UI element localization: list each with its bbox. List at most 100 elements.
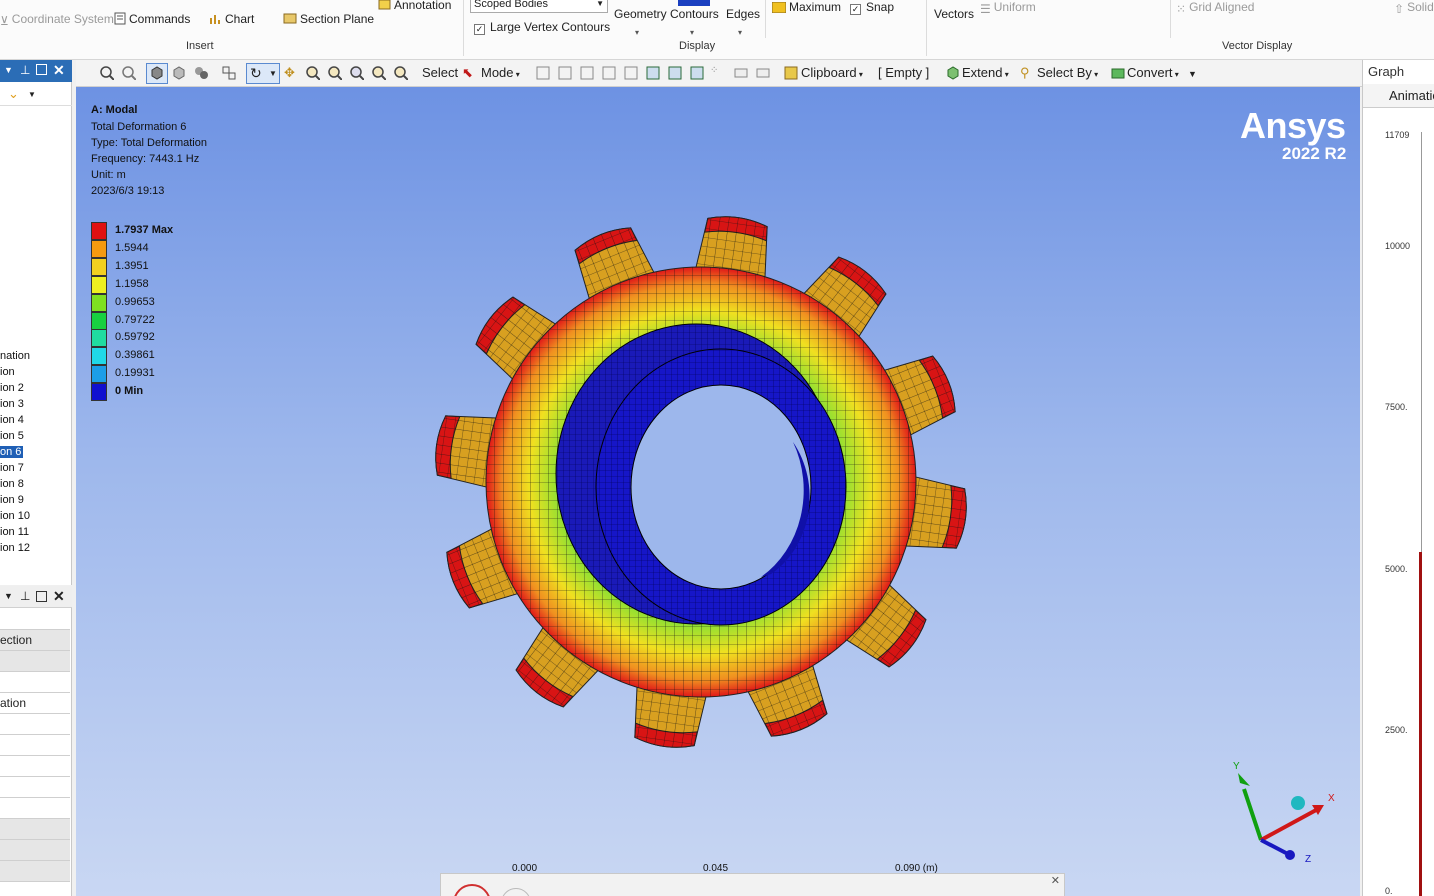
legend-label: 0.39861 — [115, 349, 155, 362]
pin-icon[interactable]: ⊥ — [20, 589, 30, 603]
wireframe-icon[interactable] — [194, 66, 208, 80]
details-row[interactable]: ection — [0, 630, 70, 651]
maximize-icon[interactable] — [36, 591, 47, 602]
details-row[interactable] — [0, 777, 70, 798]
section-plane-button[interactable]: Section Plane — [283, 12, 374, 28]
outline-item[interactable]: ion — [0, 366, 15, 378]
zoom-out-icon[interactable] — [122, 66, 136, 80]
result-type: Type: Total Deformation — [91, 137, 207, 149]
select-face-icon[interactable] — [580, 66, 594, 80]
filter-dropdown-icon[interactable]: ▼ — [28, 90, 36, 99]
scope-select[interactable]: Scoped Bodies ▼ — [470, 0, 608, 13]
commands-button[interactable]: Commands — [114, 12, 190, 28]
outline-item[interactable]: ion 8 — [0, 478, 24, 490]
animation-tab[interactable]: Animation — [1363, 84, 1434, 108]
zoom-selection-icon[interactable] — [372, 66, 386, 80]
details-row[interactable] — [0, 819, 70, 840]
extend-dropdown[interactable]: Extend ▾ — [962, 65, 1009, 80]
chart-button[interactable]: Chart — [208, 12, 254, 28]
outline-item[interactable]: ion 3 — [0, 398, 24, 410]
details-row[interactable] — [0, 861, 70, 882]
close-icon[interactable]: ✕ — [53, 588, 65, 605]
toolbar-overflow-icon[interactable]: ▼ — [1188, 69, 1197, 79]
graphics-viewport[interactable]: A: Modal Total Deformation 6 Type: Total… — [76, 87, 1360, 896]
outline-item[interactable]: ion 10 — [0, 510, 30, 522]
commands-icon — [114, 12, 126, 28]
solid-button[interactable]: ⇧ Solid — [1394, 0, 1434, 16]
gear-model[interactable] — [421, 182, 981, 782]
play-icon[interactable] — [501, 888, 531, 896]
geometry-button[interactable]: Geometry — [614, 7, 667, 21]
edges-button[interactable]: Edges — [726, 7, 760, 21]
details-row[interactable] — [0, 609, 70, 630]
outline-item[interactable]: ion 11 — [0, 526, 29, 538]
edges-dropdown-icon[interactable]: ▾ — [738, 28, 742, 37]
hit-point-icon[interactable] — [734, 66, 748, 80]
outline-item[interactable]: ion 4 — [0, 414, 24, 426]
maximize-icon[interactable] — [36, 64, 47, 75]
section-view-icon[interactable] — [222, 66, 236, 80]
outline-item[interactable]: ion 7 — [0, 462, 24, 474]
select-node-icon[interactable] — [624, 66, 638, 80]
details-row[interactable] — [0, 735, 70, 756]
pan-icon[interactable]: ✥ — [284, 65, 295, 81]
zoom-icon[interactable] — [306, 66, 320, 80]
legend-label: 0.59792 — [115, 331, 155, 344]
details-row[interactable]: ation — [0, 693, 70, 714]
select-mesh-icon[interactable] — [690, 66, 704, 80]
outline-item[interactable]: ion 2 — [0, 382, 24, 394]
select-vertex-icon[interactable] — [536, 66, 550, 80]
details-row[interactable] — [0, 756, 70, 777]
filter-chevron-icon[interactable]: ⌄ — [8, 86, 19, 102]
coordinates-icon[interactable]: ⁘ — [710, 65, 718, 76]
select-by-dropdown[interactable]: Select By ▾ — [1037, 65, 1098, 80]
close-icon[interactable]: ✕ — [1051, 874, 1060, 887]
shaded-cube-icon[interactable] — [172, 66, 186, 80]
pin-icon[interactable]: ⊥ — [20, 63, 30, 77]
annotation-button[interactable]: Annotation — [378, 0, 451, 14]
mode-dropdown[interactable]: Mode ▾ — [481, 65, 520, 80]
clipboard-status: [ Empty ] — [878, 65, 930, 80]
select-body-icon[interactable] — [602, 66, 616, 80]
zoom-to-fit-icon[interactable] — [350, 66, 364, 80]
uniform-button[interactable]: ☰ Uniform — [980, 0, 1036, 16]
select-element-icon[interactable] — [668, 66, 682, 80]
outline-item[interactable]: ion 9 — [0, 494, 24, 506]
zoom-in-icon[interactable] — [100, 66, 114, 80]
box-zoom-icon[interactable] — [328, 66, 342, 80]
maximum-toggle[interactable]: Maximum — [771, 0, 841, 16]
rotate-mode-button[interactable]: ↻ ▼ — [246, 63, 280, 84]
details-row[interactable] — [0, 651, 70, 672]
magnifier-icon[interactable] — [394, 66, 408, 80]
close-icon[interactable]: ✕ — [53, 62, 65, 79]
details-row[interactable] — [0, 840, 70, 861]
select-element-face-icon[interactable] — [646, 66, 660, 80]
outline-item[interactable]: ion 5 — [0, 430, 24, 442]
grid-aligned-button[interactable]: ⁙ Grid Aligned — [1176, 0, 1254, 16]
convert-dropdown[interactable]: Convert ▾ — [1127, 65, 1179, 80]
vectors-button[interactable]: Vectors — [934, 7, 974, 21]
outline-item[interactable]: on 6 — [0, 446, 24, 458]
record-icon[interactable] — [453, 884, 491, 896]
contours-button[interactable]: Contours — [670, 7, 719, 21]
select-edge-icon[interactable] — [558, 66, 572, 80]
outline-item[interactable]: ion 12 — [0, 542, 30, 554]
geometry-dropdown-icon[interactable]: ▾ — [635, 28, 639, 37]
coordinate-system-button[interactable]: ⊻ Coordinate System — [0, 12, 114, 28]
selection-info-icon[interactable] — [756, 66, 770, 80]
legend-label: 0.99653 — [115, 295, 155, 308]
details-row[interactable] — [0, 798, 70, 819]
details-row[interactable] — [0, 672, 70, 693]
section-plane-icon — [283, 12, 297, 28]
outline-item[interactable]: nation — [0, 350, 30, 362]
legend-swatch — [91, 383, 107, 402]
snap-toggle[interactable]: ✓ Snap — [850, 0, 894, 15]
contours-dropdown-icon[interactable]: ▾ — [690, 28, 694, 37]
pane-menu-icon[interactable]: ▼ — [4, 65, 13, 75]
axis-triad[interactable]: Y X Z — [1226, 755, 1336, 865]
large-vertex-contours-toggle[interactable]: ✓ Large Vertex Contours — [474, 20, 610, 35]
pane-menu-icon[interactable]: ▼ — [4, 591, 13, 601]
select-label[interactable]: Select — [422, 65, 458, 80]
details-row[interactable] — [0, 714, 70, 735]
clipboard-dropdown[interactable]: Clipboard ▾ — [801, 65, 863, 80]
